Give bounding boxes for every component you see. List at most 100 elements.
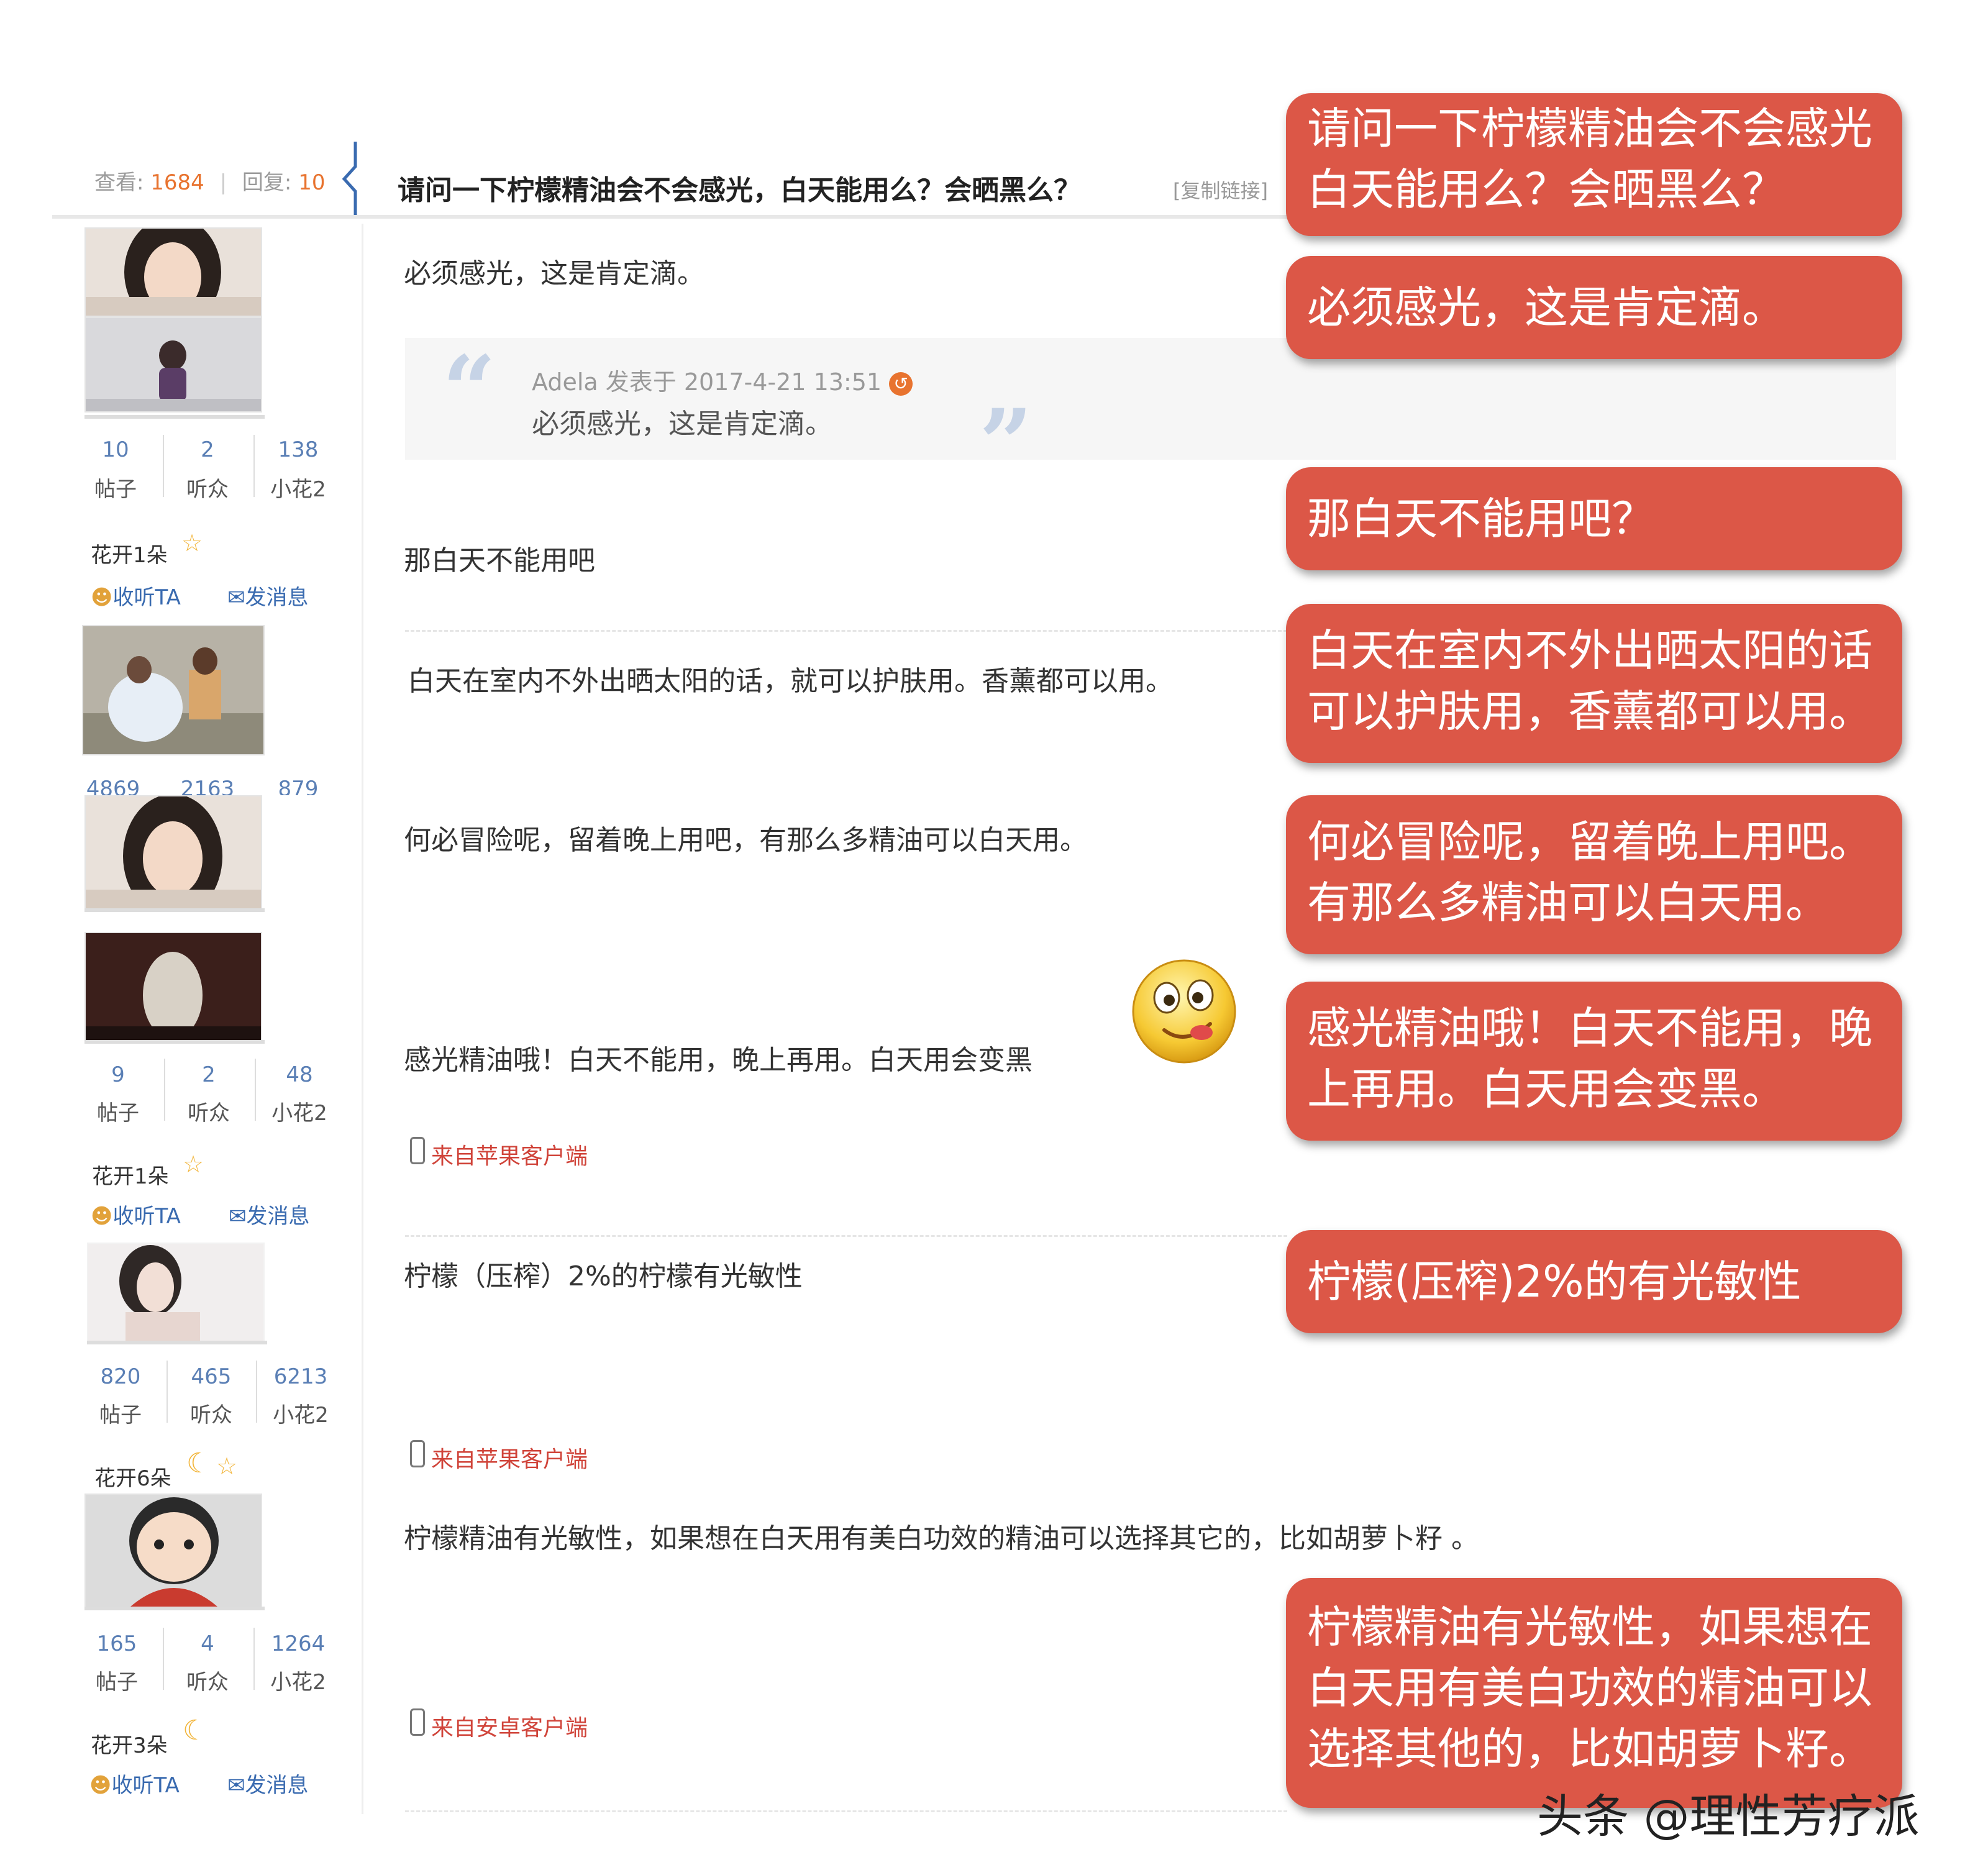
user-fan-label: 听众 xyxy=(188,1101,230,1126)
avatar-shadow xyxy=(84,415,265,419)
follow-icon: ☻ xyxy=(91,1204,113,1229)
message-button[interactable]: ✉发消息 xyxy=(227,580,309,611)
moon-icon: ☾ xyxy=(183,1715,207,1746)
message-button[interactable]: ✉发消息 xyxy=(229,1199,310,1229)
post-divider xyxy=(405,1810,1287,1812)
post-text: 柠檬精油有光敏性，如果想在白天用有美白功效的精油可以选择其它的，比如胡萝卜籽 。 xyxy=(404,1523,1479,1554)
user-flower-label: 小花2 xyxy=(271,1101,327,1126)
user-post-label: 帖子 xyxy=(97,1101,139,1126)
quote-open-icon: “ xyxy=(442,335,496,445)
views-count: 1684 xyxy=(150,170,204,195)
user-post-count[interactable]: 165 xyxy=(73,1631,160,1656)
callout-reply-1: 必须感光，这是肯定滴。 xyxy=(1286,256,1902,359)
user-post-label: 帖子 xyxy=(96,1670,138,1695)
stat-separator xyxy=(164,1059,165,1121)
copy-link[interactable]: [复制链接] xyxy=(1173,175,1268,204)
stat-separator xyxy=(253,1628,255,1690)
star-icon: ☆ xyxy=(183,1151,204,1178)
user-flower-count[interactable]: 138 xyxy=(255,437,342,462)
post-text: 柠檬（压榨）2%的柠檬有光敏性 xyxy=(404,1261,803,1292)
thread-title: 请问一下柠檬精油会不会感光，白天能用么？会晒黑么？ xyxy=(398,175,1081,206)
post-text: 感光精油哦！白天不能用，晚上再用。白天用会变黑 xyxy=(404,1044,1033,1076)
user-post-count[interactable]: 10 xyxy=(72,437,159,462)
user-post-label: 帖子 xyxy=(94,477,137,502)
user-rank: 花开1朵 xyxy=(92,1164,169,1189)
follow-icon: ☻ xyxy=(91,585,113,610)
user-flower-label: 小花2 xyxy=(270,477,326,502)
quote-close-icon: ” xyxy=(979,389,1033,498)
replies-label: 回复: xyxy=(242,170,292,195)
chevron-left-icon xyxy=(342,142,357,216)
user-flower-count[interactable]: 6213 xyxy=(257,1364,344,1389)
avatar[interactable] xyxy=(84,227,262,317)
thread-stats: 查看: 1684 | 回复: 10 xyxy=(94,165,325,196)
stat-separator xyxy=(256,1361,257,1423)
callout-reply-6: 柠檬(压榨)2%的有光敏性 xyxy=(1286,1230,1902,1333)
phone-icon xyxy=(410,1440,425,1467)
stat-separator xyxy=(166,1361,168,1423)
stats-separator: | xyxy=(219,170,227,195)
stat-separator xyxy=(253,435,255,497)
avatar[interactable] xyxy=(84,1494,262,1608)
user-fan-label: 听众 xyxy=(186,1670,229,1695)
avatar-shadow xyxy=(84,1040,265,1044)
callout-reply-3: 白天在室内不外出晒太阳的话 可以护肤用，香薰都可以用。 xyxy=(1286,604,1902,763)
watermark: 头条 @理性芳疗派 xyxy=(1537,1790,1920,1843)
quote-text: 必须感光，这是肯定滴。 xyxy=(532,408,832,440)
sidebar-divider xyxy=(362,224,363,1814)
user-flower-label: 小花2 xyxy=(270,1670,326,1695)
stat-separator xyxy=(163,1628,164,1690)
user-post-label: 帖子 xyxy=(99,1403,142,1428)
follow-button[interactable]: ☻收听TA xyxy=(91,1199,181,1229)
post-divider xyxy=(405,630,1287,632)
phone-icon xyxy=(410,1708,425,1736)
star-icon: ☆ xyxy=(181,529,203,557)
follow-button[interactable]: ☻收听TA xyxy=(89,1768,180,1799)
user-post-count[interactable]: 4869 xyxy=(70,777,157,795)
user-post-count[interactable]: 9 xyxy=(75,1062,162,1087)
avatar[interactable] xyxy=(87,1243,265,1342)
user-post-count[interactable]: 820 xyxy=(77,1364,164,1389)
post-text: 那白天不能用吧 xyxy=(404,545,595,577)
user-fan-count[interactable]: 4 xyxy=(164,1631,251,1656)
post-text: 必须感光，这是肯定滴。 xyxy=(404,258,704,290)
user-fan-count[interactable]: 2163 xyxy=(164,777,251,795)
callout-reply-7: 柠檬精油有光敏性，如果想在 白天用有美白功效的精油可以 选择其他的，比如胡萝卜籽… xyxy=(1286,1578,1902,1808)
post-divider xyxy=(405,1235,1287,1237)
user-rank: 花开3朵 xyxy=(91,1733,168,1758)
callout-reply-2: 那白天不能用吧？ xyxy=(1286,467,1902,570)
user-fan-label: 听众 xyxy=(190,1403,232,1428)
user-fan-count[interactable]: 2 xyxy=(164,437,251,462)
user-flower-label: 小花2 xyxy=(273,1403,329,1428)
callout-reply-4: 何必冒险呢，留着晚上用吧。 有那么多精油可以白天用。 xyxy=(1286,795,1902,954)
user-fan-label: 听众 xyxy=(186,477,229,502)
post-text: 白天在室内不外出晒太阳的话，就可以护肤用。香薰都可以用。 xyxy=(408,665,1173,697)
mail-icon: ✉ xyxy=(227,1773,245,1798)
message-button[interactable]: ✉发消息 xyxy=(227,1768,309,1799)
user-flower-count[interactable]: 48 xyxy=(256,1062,343,1087)
post-text: 何必冒险呢，留着晚上用吧，有那么多精油可以白天用。 xyxy=(404,824,1087,856)
user-rank: 花开6朵 xyxy=(94,1466,171,1491)
avatar[interactable] xyxy=(82,625,265,755)
avatar[interactable] xyxy=(84,795,262,910)
avatar-shadow xyxy=(87,1341,267,1344)
user-flower-count[interactable]: 879 xyxy=(255,777,342,795)
replies-count: 10 xyxy=(298,170,326,195)
stat-separator xyxy=(255,1059,256,1121)
follow-button[interactable]: ☻收听TA xyxy=(91,580,181,611)
emoji-tongue-icon xyxy=(1132,959,1236,1064)
stat-separator xyxy=(163,435,164,497)
back-arrow-icon[interactable]: ↺ xyxy=(889,372,913,396)
avatar-shadow xyxy=(84,1607,265,1610)
header-divider xyxy=(52,215,1295,219)
user-fan-count[interactable]: 465 xyxy=(168,1364,255,1389)
callout-question: 请问一下柠檬精油会不会感光 白天能用么？会晒黑么？ xyxy=(1286,93,1902,236)
user-flower-count[interactable]: 1264 xyxy=(255,1631,342,1656)
mail-icon: ✉ xyxy=(227,585,245,610)
user-fan-count[interactable]: 2 xyxy=(165,1062,252,1087)
avatar-shadow xyxy=(84,908,265,912)
callout-reply-5: 感光精油哦！白天不能用，晚 上再用。白天用会变黑。 xyxy=(1286,982,1902,1141)
mail-icon: ✉ xyxy=(229,1204,247,1229)
avatar[interactable] xyxy=(84,932,262,1041)
avatar[interactable] xyxy=(84,317,262,413)
